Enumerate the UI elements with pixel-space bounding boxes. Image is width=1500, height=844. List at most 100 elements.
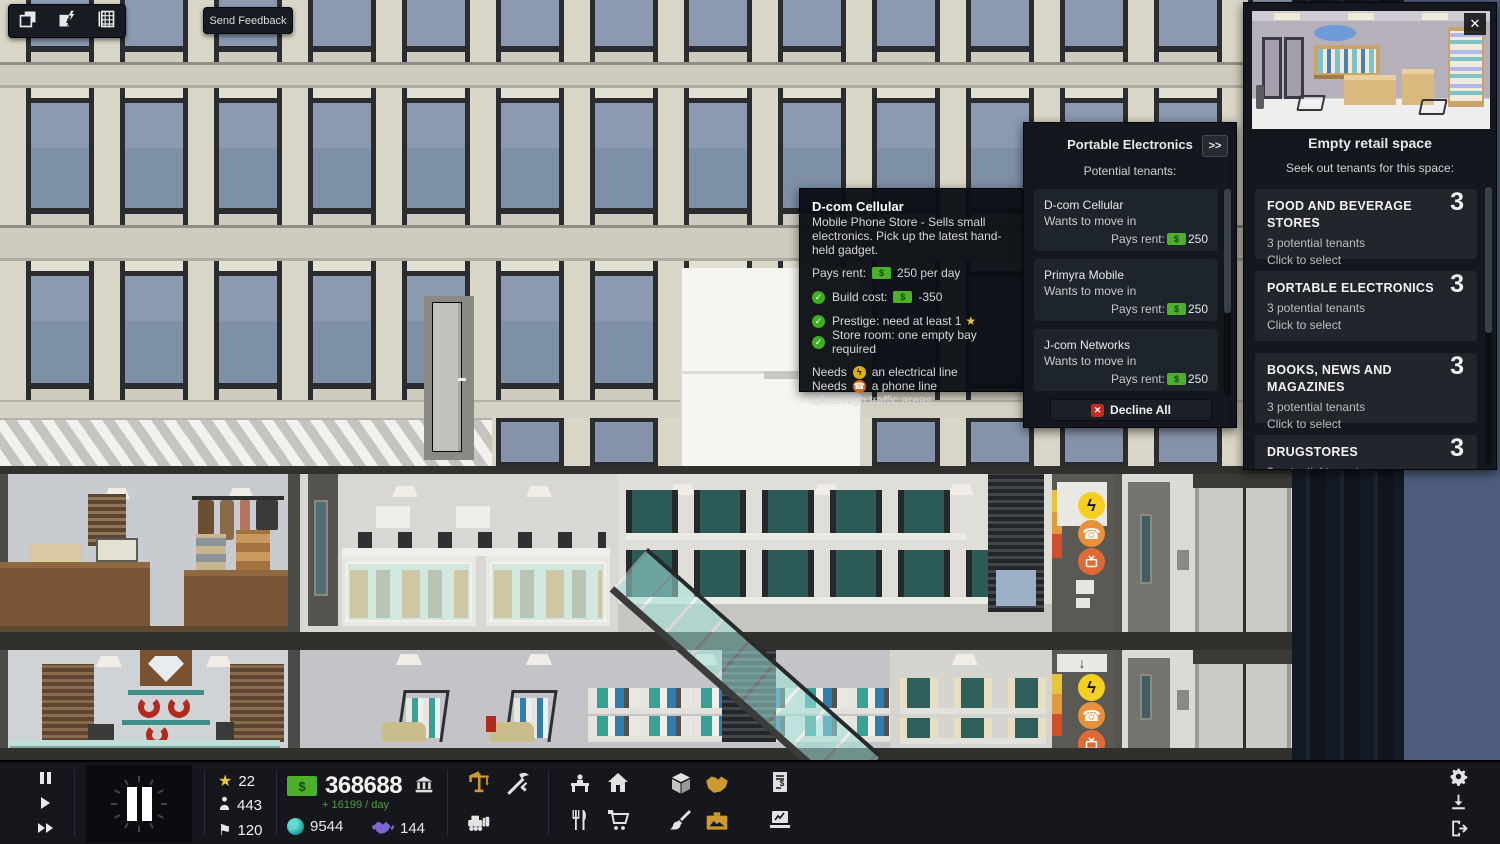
retail-panel-title: Empty retail space <box>1244 135 1496 151</box>
population-stat: 443 <box>218 796 262 815</box>
money-icon: $ <box>872 267 891 279</box>
elevator-floor-1[interactable] <box>1115 474 1292 632</box>
money-icon: $ <box>1167 233 1186 245</box>
empty-retail-panel: ✕ Empty retail space Seek out tenants fo… <box>1243 2 1497 470</box>
category-card-drugstores[interactable]: DRUGSTORES 3 3 potential tenants Click t… <box>1255 435 1477 470</box>
ground-floor-door[interactable] <box>424 296 474 460</box>
cable-tv-icon[interactable] <box>1078 548 1105 575</box>
phone-line-icon[interactable]: ☎ <box>1078 520 1105 547</box>
tenant-list-scrollbar[interactable] <box>1224 189 1231 396</box>
bottom-hud-bar: ★ 22 443 ⚑ 120 $ 368688 + 16199 / day 95… <box>0 760 1500 844</box>
store-jewelry[interactable] <box>0 650 288 748</box>
store-divider-wall <box>288 650 300 748</box>
electrical-line-icon[interactable]: ϟ <box>1078 492 1105 519</box>
money-icon: $ <box>1167 373 1186 385</box>
expand-panel-button[interactable]: >> <box>1202 135 1228 157</box>
store-cameras[interactable] <box>300 474 618 632</box>
office-zone-icon[interactable] <box>568 771 592 795</box>
contracts-icon[interactable]: $ <box>768 770 792 794</box>
floor-slab <box>0 466 1292 474</box>
category-list-scrollbar[interactable] <box>1485 187 1492 465</box>
tenant-panel-subtitle: Potential tenants: <box>1024 164 1236 178</box>
tenant-offer-card[interactable]: Primyra Mobile Wants to move in Pays ren… <box>1034 259 1218 321</box>
pause-button[interactable] <box>34 770 56 786</box>
tenant-tooltip: D-com Cellular Mobile Phone Store - Sell… <box>799 188 1030 392</box>
flag-icon: ⚑ <box>218 821 231 839</box>
deals-icon[interactable] <box>704 770 730 796</box>
store-leather-goods[interactable] <box>0 474 288 632</box>
check-icon: ✓ <box>812 291 825 304</box>
portfolio-icon[interactable] <box>704 808 730 834</box>
utility-shaft: ↓ ϟ ☎ <box>1052 650 1115 748</box>
pavement <box>0 418 492 466</box>
phone-icon: ☎ <box>853 380 866 393</box>
bank-icon[interactable] <box>414 774 434 799</box>
settings-gear-icon[interactable] <box>1449 767 1468 786</box>
category-card-books[interactable]: BOOKS, NEWS AND MAGAZINES 3 3 potential … <box>1255 353 1477 423</box>
balance-display: $ 368688 <box>287 772 434 800</box>
money-icon: $ <box>893 291 912 303</box>
store-computers[interactable] <box>890 650 1052 748</box>
cable-tv-icon[interactable] <box>1078 730 1105 748</box>
daily-income: + 16199 / day <box>322 799 389 811</box>
floor-slab <box>0 632 1292 650</box>
units-stat: ⚑ 120 <box>218 821 262 839</box>
game-root: ↓ ϟ ☎ <box>0 0 1500 844</box>
star-icon: ★ <box>218 771 232 791</box>
handshake-icon <box>372 818 394 839</box>
check-icon: ✓ <box>812 336 825 349</box>
close-panel-button[interactable]: ✕ <box>1464 13 1486 35</box>
bulldozer-tool-icon[interactable] <box>466 807 492 833</box>
construction-tool-icon[interactable] <box>466 769 492 795</box>
layers-view-icon[interactable] <box>18 9 38 34</box>
phone-line-icon[interactable]: ☎ <box>1078 702 1105 729</box>
residential-zone-icon[interactable] <box>606 771 630 795</box>
retail-panel-subtitle: Seek out tenants for this space: <box>1244 161 1496 175</box>
money-icon: $ <box>287 776 317 796</box>
tooltip-likes: Likes high traffic areas <box>812 393 1017 407</box>
elevator-floor-2[interactable] <box>1115 650 1292 748</box>
fast-forward-button[interactable] <box>34 820 56 836</box>
floor-slab <box>0 748 1292 760</box>
money-icon: $ <box>1167 303 1186 315</box>
tooltip-description: Mobile Phone Store - Sells small electro… <box>812 215 1017 257</box>
influence-icon <box>287 818 304 835</box>
influence-stat: 9544 <box>287 818 343 835</box>
svg-text:$: $ <box>780 779 785 788</box>
game-clock[interactable] <box>86 765 192 842</box>
play-button[interactable] <box>34 795 56 811</box>
utilities-tool-icon[interactable] <box>504 770 530 796</box>
tenant-offer-card[interactable]: J-com Networks Wants to move in Pays ren… <box>1034 329 1218 391</box>
facade-slab <box>0 62 1292 88</box>
decline-x-icon: ✕ <box>1091 404 1104 417</box>
category-card-food[interactable]: FOOD AND BEVERAGE STORES 3 3 potential t… <box>1255 189 1477 259</box>
utilities-view-icon[interactable] <box>57 9 77 34</box>
save-download-icon[interactable] <box>1449 793 1468 812</box>
retail-icon[interactable] <box>606 808 630 832</box>
reports-icon[interactable] <box>768 808 792 832</box>
decorate-icon[interactable] <box>668 808 692 832</box>
category-card-electronics[interactable]: PORTABLE ELECTRONICS 3 3 potential tenan… <box>1255 271 1477 341</box>
jewelry-sign <box>140 650 192 686</box>
retail-space-illustration <box>1252 11 1490 129</box>
tenant-category-panel: Portable Electronics >> Potential tenant… <box>1023 122 1237 428</box>
retail-floor-2: ↓ ϟ ☎ <box>0 650 1292 748</box>
decline-all-button[interactable]: ✕ Decline All <box>1050 399 1212 421</box>
goods-icon[interactable] <box>669 771 693 795</box>
store-divider-wall <box>288 474 300 632</box>
check-icon: ✓ <box>812 315 825 328</box>
exit-icon[interactable] <box>1449 819 1468 838</box>
electrical-icon: ϟ <box>853 366 866 379</box>
view-toolbar <box>8 4 126 38</box>
person-icon <box>218 796 231 815</box>
facade-window-row <box>0 0 1292 62</box>
electrical-line-icon[interactable]: ϟ <box>1078 674 1105 701</box>
prestige-stat: ★ 22 <box>218 771 255 791</box>
send-feedback-button[interactable]: Send Feedback <box>203 7 293 34</box>
favors-stat: 144 <box>372 818 425 839</box>
tooltip-title: D-com Cellular <box>812 199 904 214</box>
floors-view-icon[interactable] <box>96 9 116 34</box>
star-icon: ★ <box>965 314 976 328</box>
restaurants-icon[interactable] <box>568 808 592 832</box>
tenant-offer-card[interactable]: D-com Cellular Wants to move in Pays ren… <box>1034 189 1218 251</box>
